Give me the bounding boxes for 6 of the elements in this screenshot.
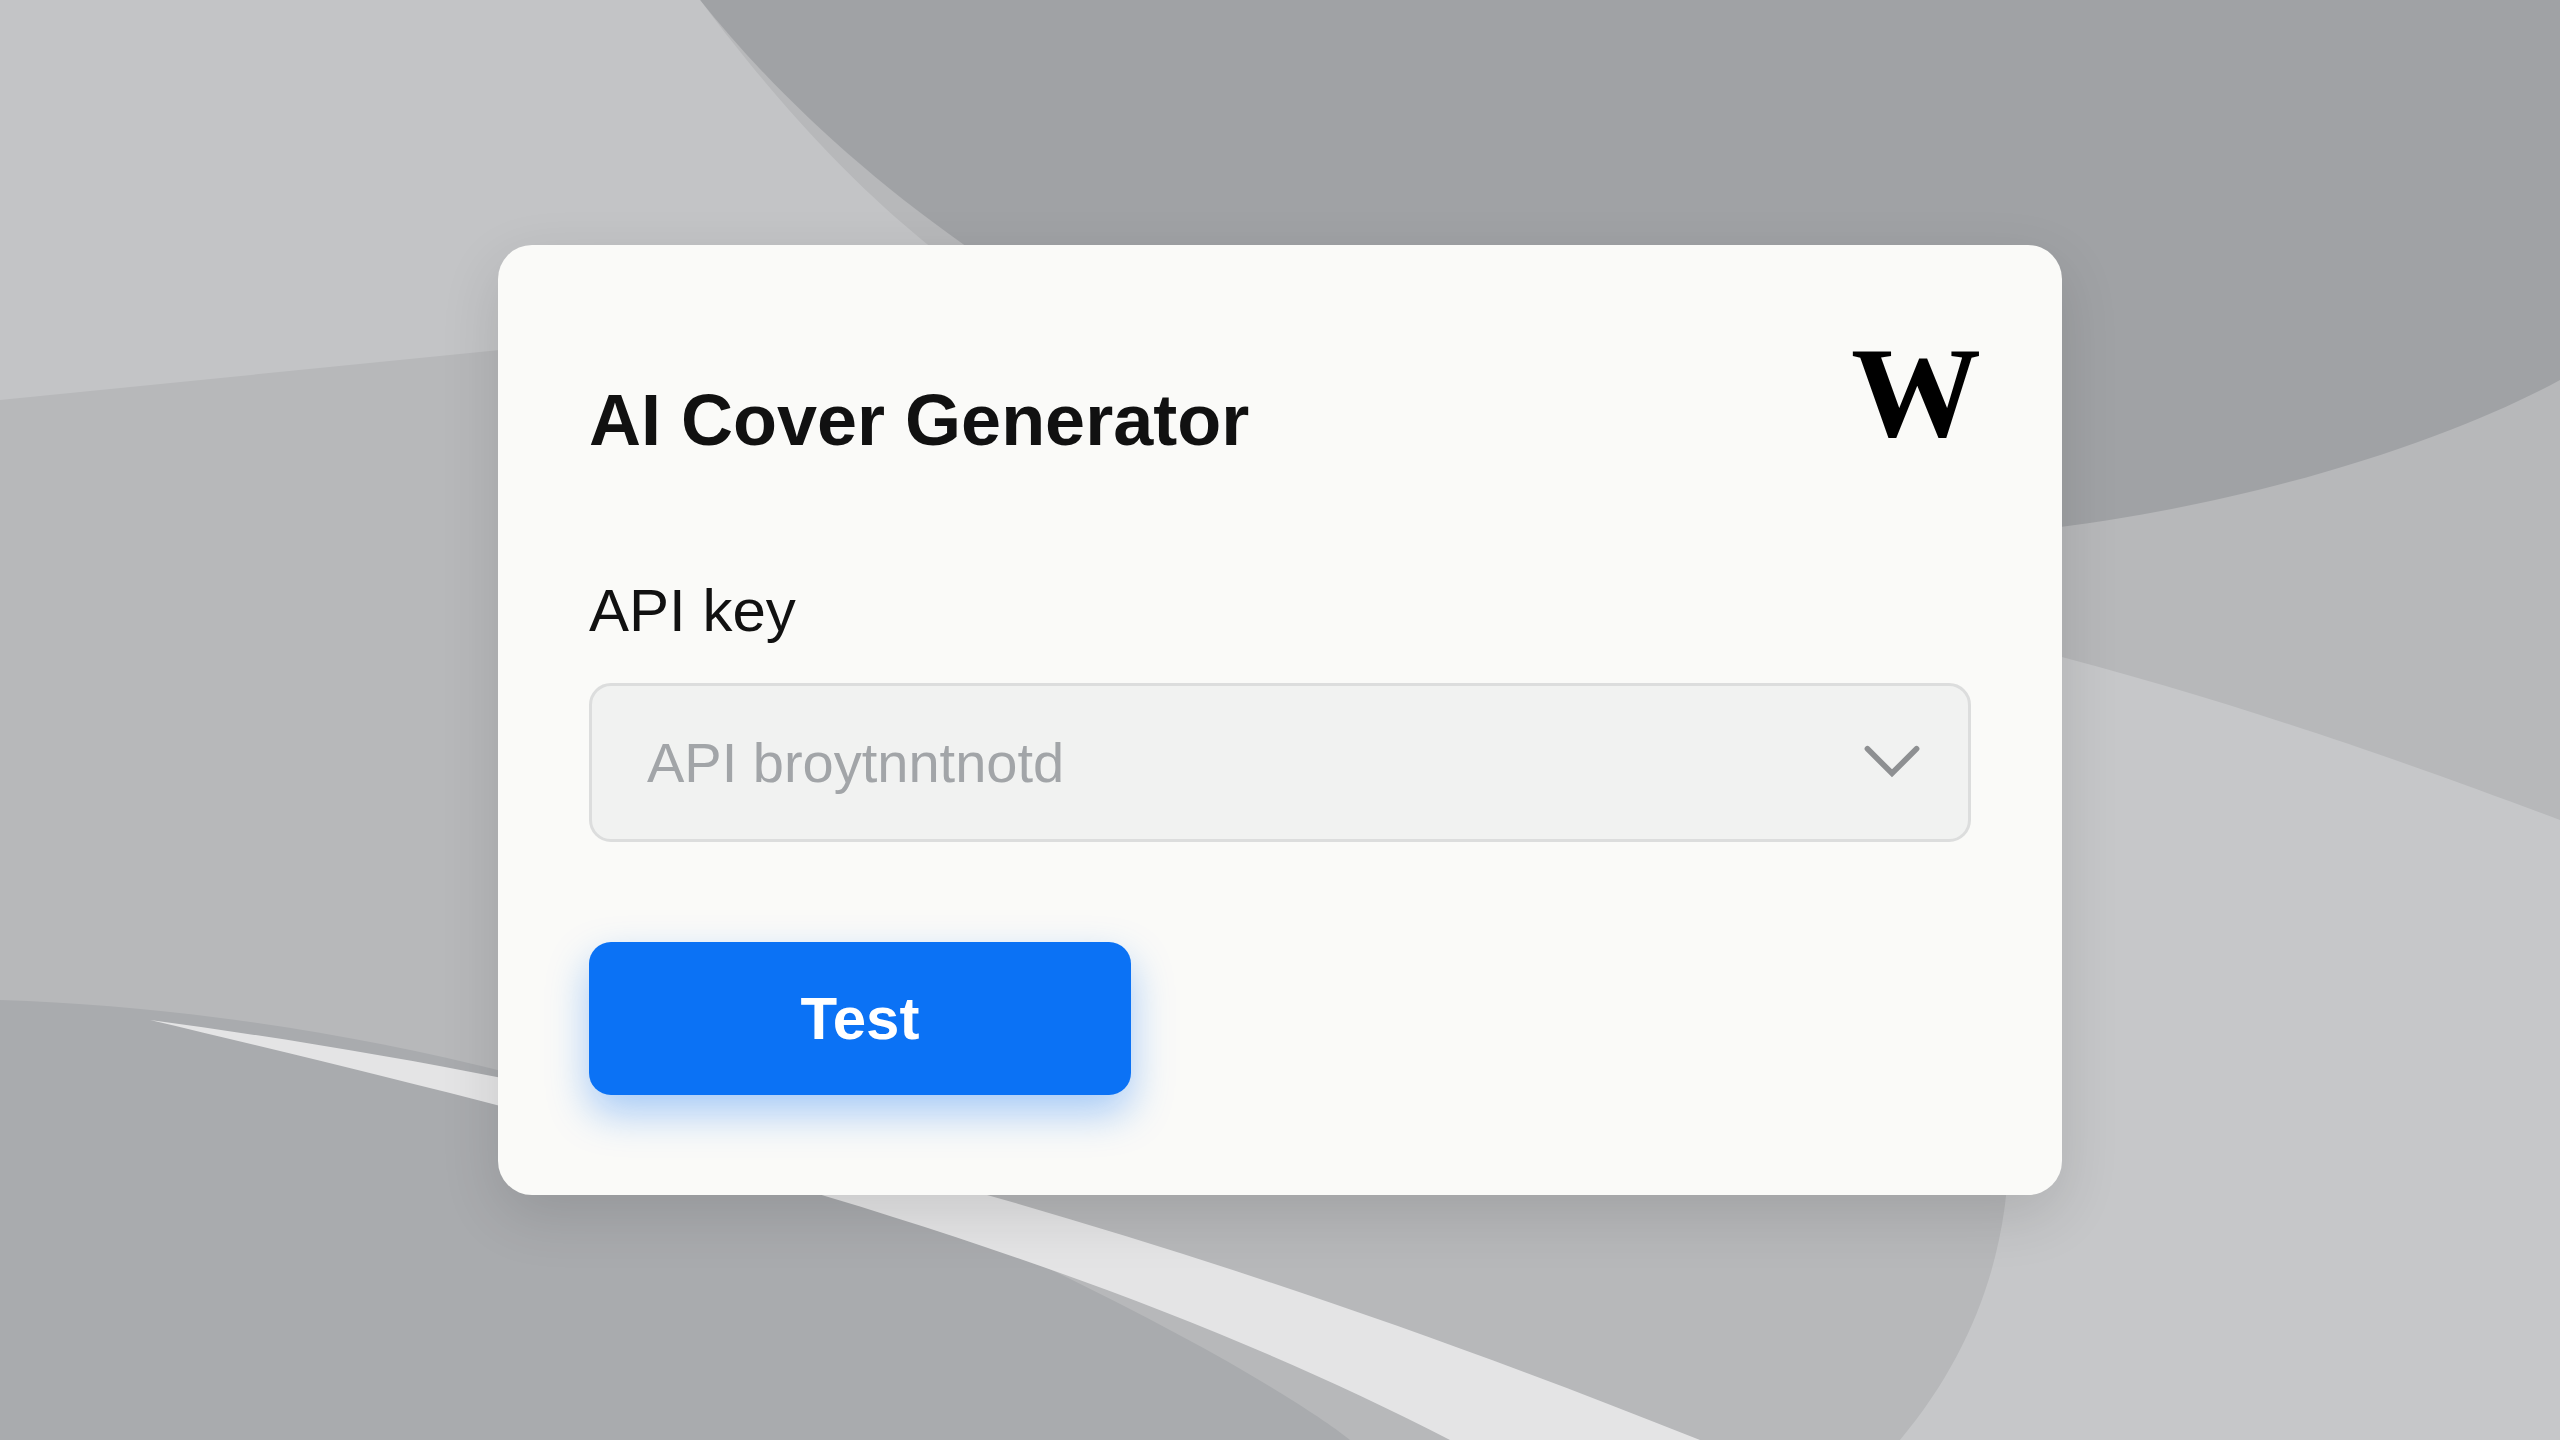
- test-button[interactable]: Test: [589, 942, 1131, 1095]
- logo: W: [1851, 327, 1981, 457]
- chevron-down-icon: [1863, 745, 1921, 779]
- dialog-title: AI Cover Generator: [589, 379, 1250, 462]
- field-label: API key: [589, 576, 797, 646]
- api-key-dropdown[interactable]: API broytnntnotd: [589, 683, 1971, 842]
